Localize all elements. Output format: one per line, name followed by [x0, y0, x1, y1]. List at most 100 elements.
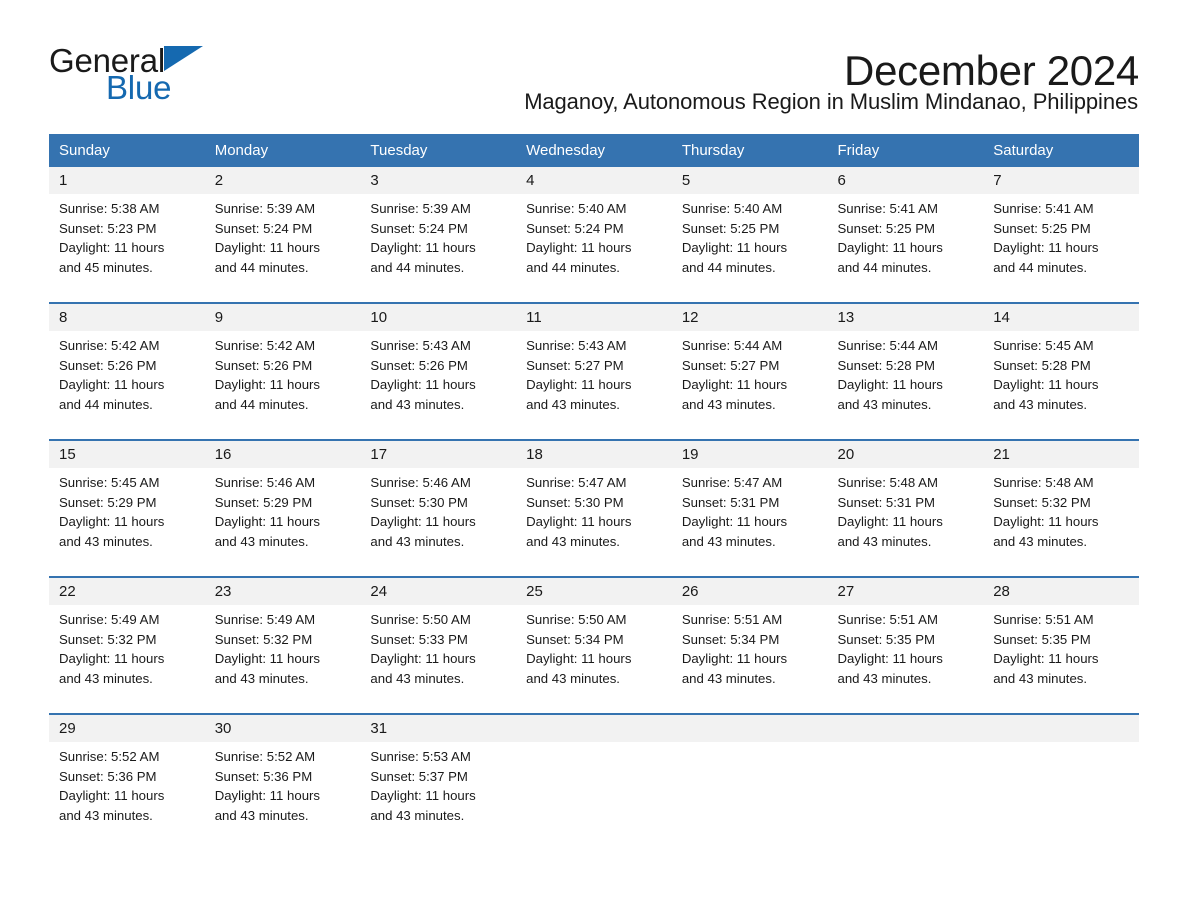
day-cell[interactable]: Sunrise: 5:42 AM Sunset: 5:26 PM Daylight:…	[49, 331, 205, 440]
daylight-text-line1: Daylight: 11 hours	[681, 651, 788, 667]
page-header: General Blue December 2024	[49, 0, 1139, 104]
sunset-text: Sunset: 5:26 PM	[370, 357, 468, 373]
day-cell[interactable]: Sunrise: 5:45 AM Sunset: 5:29 PM Daylight:…	[49, 468, 205, 577]
day-number[interactable]: 9	[204, 302, 361, 331]
day-number[interactable]: 21	[983, 439, 1139, 468]
daylight-text-line1: Daylight: 11 hours	[59, 514, 165, 530]
daylight-text-line2: and 43 minutes.	[370, 397, 465, 413]
daylight-text-line2: and 43 minutes.	[526, 397, 620, 413]
sunset-text: Sunset: 5:25 PM	[993, 220, 1091, 236]
day-cell[interactable]: Sunrise: 5:51 AM Sunset: 5:35 PM Daylight:…	[827, 605, 984, 714]
day-cell[interactable]: Sunrise: 5:40 AM Sunset: 5:24 PM Daylight:…	[516, 194, 672, 303]
day-number[interactable]: 12	[671, 302, 828, 331]
day-number[interactable]: 14	[983, 302, 1139, 331]
day-number[interactable]: 2	[204, 167, 361, 194]
day-number[interactable]: 1	[49, 167, 205, 194]
day-cell[interactable]: Sunrise: 5:46 AM Sunset: 5:30 PM Daylight:…	[360, 468, 517, 577]
page-title: December 2024	[844, 47, 1139, 94]
calendar-body: 1 2 3 4 5 6 7 Sunrise: 5:38 AM Sunset: 5:…	[49, 167, 1139, 851]
day-number[interactable]: 28	[983, 576, 1139, 605]
day-number[interactable]: 31	[360, 713, 517, 742]
day-cell[interactable]: Sunrise: 5:53 AM Sunset: 5:37 PM Daylight:…	[360, 742, 517, 851]
day-cell[interactable]: Sunrise: 5:48 AM Sunset: 5:32 PM Daylight:…	[983, 468, 1139, 577]
sunset-text: Sunset: 5:31 PM	[681, 494, 780, 510]
sunset-text: Sunset: 5:30 PM	[370, 494, 468, 510]
day-number[interactable]: 18	[516, 439, 672, 468]
weekday-header-saturday: Saturday	[983, 134, 1139, 167]
day-cell[interactable]: Sunrise: 5:50 AM Sunset: 5:34 PM Daylight:…	[516, 605, 672, 714]
day-cell[interactable]: Sunrise: 5:44 AM Sunset: 5:28 PM Daylight:…	[827, 331, 984, 440]
day-number[interactable]: 5	[671, 167, 828, 194]
day-cell[interactable]: Sunrise: 5:40 AM Sunset: 5:25 PM Daylight:…	[671, 194, 828, 303]
day-number[interactable]: 16	[204, 439, 361, 468]
day-cell[interactable]: Sunrise: 5:47 AM Sunset: 5:31 PM Daylight:…	[671, 468, 828, 577]
daylight-text-line1: Daylight: 11 hours	[837, 651, 943, 667]
sunrise-text: Sunrise: 5:49 AM	[59, 612, 160, 627]
sunset-text: Sunset: 5:26 PM	[59, 357, 157, 373]
day-number[interactable]: 11	[516, 302, 672, 331]
day-cell[interactable]: Sunrise: 5:49 AM Sunset: 5:32 PM Daylight:…	[204, 605, 361, 714]
day-number[interactable]: 29	[49, 713, 205, 742]
day-cell[interactable]: Sunrise: 5:41 AM Sunset: 5:25 PM Daylight:…	[827, 194, 984, 303]
day-cell[interactable]: Sunrise: 5:43 AM Sunset: 5:27 PM Daylight:…	[516, 331, 672, 440]
day-cell[interactable]: Sunrise: 5:39 AM Sunset: 5:24 PM Daylight:…	[204, 194, 361, 303]
daylight-text-line2: and 43 minutes.	[837, 397, 932, 413]
day-cell[interactable]: Sunrise: 5:52 AM Sunset: 5:36 PM Daylight:…	[204, 742, 361, 851]
day-cell[interactable]: Sunrise: 5:49 AM Sunset: 5:32 PM Daylight:…	[49, 605, 205, 714]
sunrise-text: Sunrise: 5:52 AM	[214, 749, 316, 764]
week-3-daynum-row: 15 16 17 18 19 20 21	[49, 439, 1139, 468]
weekday-header-friday: Friday	[827, 134, 984, 167]
day-number[interactable]: 17	[360, 439, 517, 468]
day-number[interactable]: 22	[49, 576, 205, 605]
day-cell[interactable]: Sunrise: 5:51 AM Sunset: 5:35 PM Daylight:…	[983, 605, 1139, 714]
sunrise-text: Sunrise: 5:42 AM	[59, 338, 160, 353]
day-cell[interactable]: Sunrise: 5:39 AM Sunset: 5:24 PM Daylight:…	[360, 194, 517, 303]
day-cell[interactable]: Sunrise: 5:46 AM Sunset: 5:29 PM Daylight:…	[204, 468, 361, 577]
day-cell[interactable]: Sunrise: 5:43 AM Sunset: 5:26 PM Daylight:…	[360, 331, 517, 440]
daylight-text-line2: and 43 minutes.	[370, 808, 465, 824]
day-number-empty	[827, 713, 984, 742]
day-number[interactable]: 10	[360, 302, 517, 331]
day-number[interactable]: 20	[827, 439, 984, 468]
day-number[interactable]: 30	[204, 713, 361, 742]
day-number[interactable]: 24	[360, 576, 517, 605]
sunset-text: Sunset: 5:28 PM	[993, 357, 1091, 373]
sunrise-text: Sunrise: 5:50 AM	[526, 612, 627, 627]
day-cell[interactable]: Sunrise: 5:42 AM Sunset: 5:26 PM Daylight:…	[204, 331, 361, 440]
day-number[interactable]: 8	[49, 302, 205, 331]
daylight-text-line2: and 44 minutes.	[370, 260, 465, 276]
sunset-text: Sunset: 5:36 PM	[59, 768, 157, 784]
day-number[interactable]: 25	[516, 576, 672, 605]
day-cell[interactable]: Sunrise: 5:45 AM Sunset: 5:28 PM Daylight:…	[983, 331, 1139, 440]
week-3-info-row: Sunrise: 5:45 AM Sunset: 5:29 PM Daylight:…	[49, 468, 1139, 577]
day-number[interactable]: 15	[49, 439, 205, 468]
day-cell[interactable]: Sunrise: 5:50 AM Sunset: 5:33 PM Daylight:…	[360, 605, 517, 714]
day-number[interactable]: 26	[671, 576, 828, 605]
day-cell[interactable]: Sunrise: 5:52 AM Sunset: 5:36 PM Daylight:…	[49, 742, 205, 851]
sunrise-text: Sunrise: 5:46 AM	[370, 475, 471, 490]
sunset-text: Sunset: 5:37 PM	[370, 768, 468, 784]
week-5-info-row: Sunrise: 5:52 AM Sunset: 5:36 PM Daylight:…	[49, 742, 1139, 851]
daylight-text-line2: and 43 minutes.	[214, 808, 309, 824]
day-cell[interactable]: Sunrise: 5:51 AM Sunset: 5:34 PM Daylight:…	[671, 605, 828, 714]
day-number[interactable]: 3	[360, 167, 517, 194]
sunrise-text: Sunrise: 5:43 AM	[526, 338, 627, 353]
day-number[interactable]: 6	[827, 167, 984, 194]
day-number[interactable]: 23	[204, 576, 361, 605]
day-cell[interactable]: Sunrise: 5:44 AM Sunset: 5:27 PM Daylight:…	[671, 331, 828, 440]
day-number[interactable]: 7	[983, 167, 1139, 194]
day-cell[interactable]: Sunrise: 5:41 AM Sunset: 5:25 PM Daylight:…	[983, 194, 1139, 303]
sunrise-text: Sunrise: 5:40 AM	[681, 201, 783, 216]
week-5-daynum-row: 29 30 31	[49, 713, 1139, 742]
day-number[interactable]: 19	[671, 439, 828, 468]
day-number[interactable]: 13	[827, 302, 984, 331]
sunrise-text: Sunrise: 5:42 AM	[214, 338, 316, 353]
day-cell[interactable]: Sunrise: 5:38 AM Sunset: 5:23 PM Daylight:…	[49, 194, 205, 303]
day-cell[interactable]: Sunrise: 5:47 AM Sunset: 5:30 PM Daylight:…	[516, 468, 672, 577]
sunset-text: Sunset: 5:32 PM	[214, 631, 313, 647]
day-number[interactable]: 4	[516, 167, 672, 194]
day-number[interactable]: 27	[827, 576, 984, 605]
day-cell[interactable]: Sunrise: 5:48 AM Sunset: 5:31 PM Daylight:…	[827, 468, 984, 577]
daylight-text-line2: and 43 minutes.	[993, 671, 1088, 687]
daylight-text-line1: Daylight: 11 hours	[214, 651, 321, 667]
